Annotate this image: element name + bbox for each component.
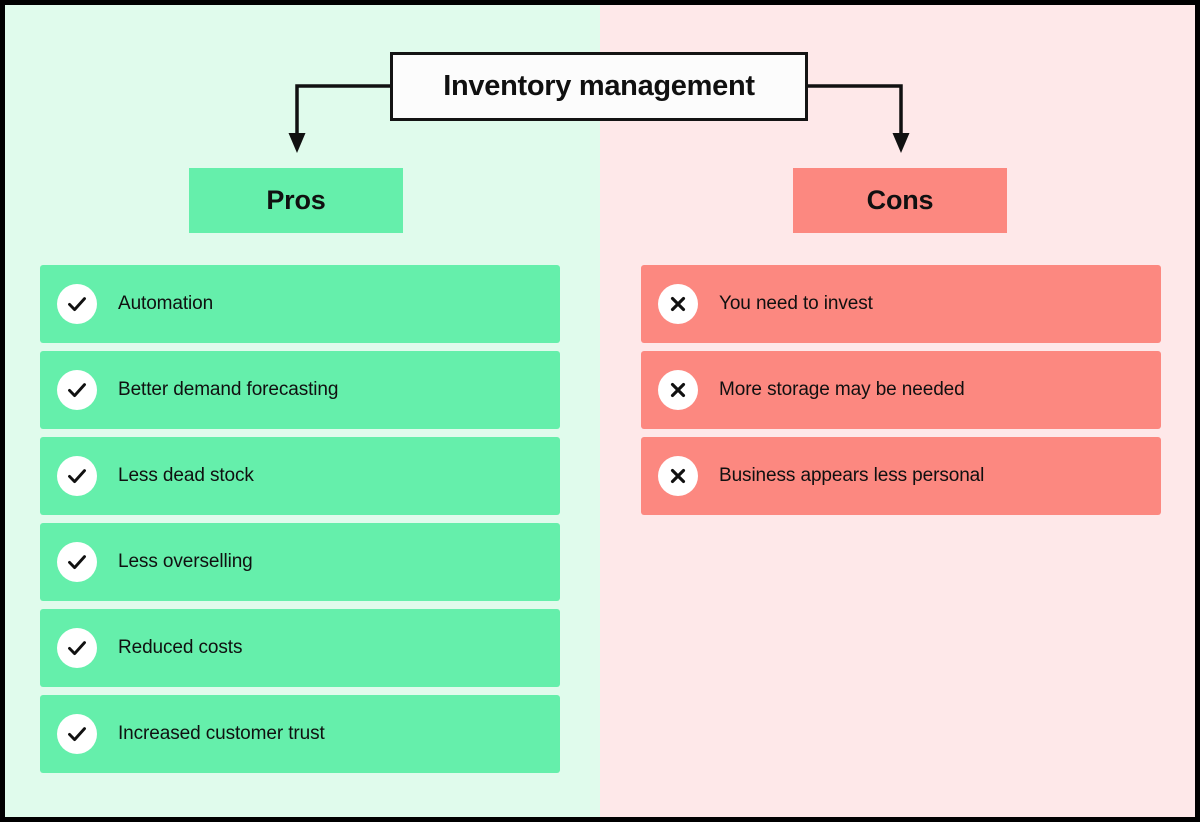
list-item-label: Increased customer trust [118, 723, 325, 744]
list-item-label: Reduced costs [118, 637, 243, 658]
list-item-label: Less overselling [118, 551, 253, 572]
cross-icon [658, 370, 698, 410]
diagram-canvas: Inventory management Pros Cons Automatio… [5, 5, 1195, 817]
check-icon [57, 628, 97, 668]
pros-cons-infographic: Inventory management Pros Cons Automatio… [0, 0, 1200, 822]
list-item: Reduced costs [40, 609, 560, 687]
cross-icon [658, 456, 698, 496]
list-item: You need to invest [641, 265, 1161, 343]
cons-list: You need to invest More storage may be n… [641, 265, 1161, 523]
list-item: More storage may be needed [641, 351, 1161, 429]
check-icon [57, 542, 97, 582]
list-item: Increased customer trust [40, 695, 560, 773]
list-item-label: Automation [118, 293, 214, 314]
list-item-label: Better demand forecasting [118, 379, 339, 400]
list-item: Less overselling [40, 523, 560, 601]
list-item: Less dead stock [40, 437, 560, 515]
pros-header: Pros [189, 168, 403, 233]
diagram-title-box: Inventory management [390, 52, 808, 121]
check-icon [57, 370, 97, 410]
list-item: Automation [40, 265, 560, 343]
list-item: Business appears less personal [641, 437, 1161, 515]
list-item-label: Less dead stock [118, 465, 254, 486]
pros-list: Automation Better demand forecasting Les… [40, 265, 560, 781]
diagram-title-text: Inventory management [443, 70, 755, 102]
check-icon [57, 714, 97, 754]
check-icon [57, 456, 97, 496]
list-item-label: You need to invest [719, 293, 873, 314]
cross-icon [658, 284, 698, 324]
list-item: Better demand forecasting [40, 351, 560, 429]
cons-header-label: Cons [866, 185, 934, 215]
cons-header: Cons [793, 168, 1007, 233]
list-item-label: More storage may be needed [719, 379, 965, 400]
pros-header-label: Pros [266, 185, 326, 215]
check-icon [57, 284, 97, 324]
list-item-label: Business appears less personal [719, 465, 985, 486]
